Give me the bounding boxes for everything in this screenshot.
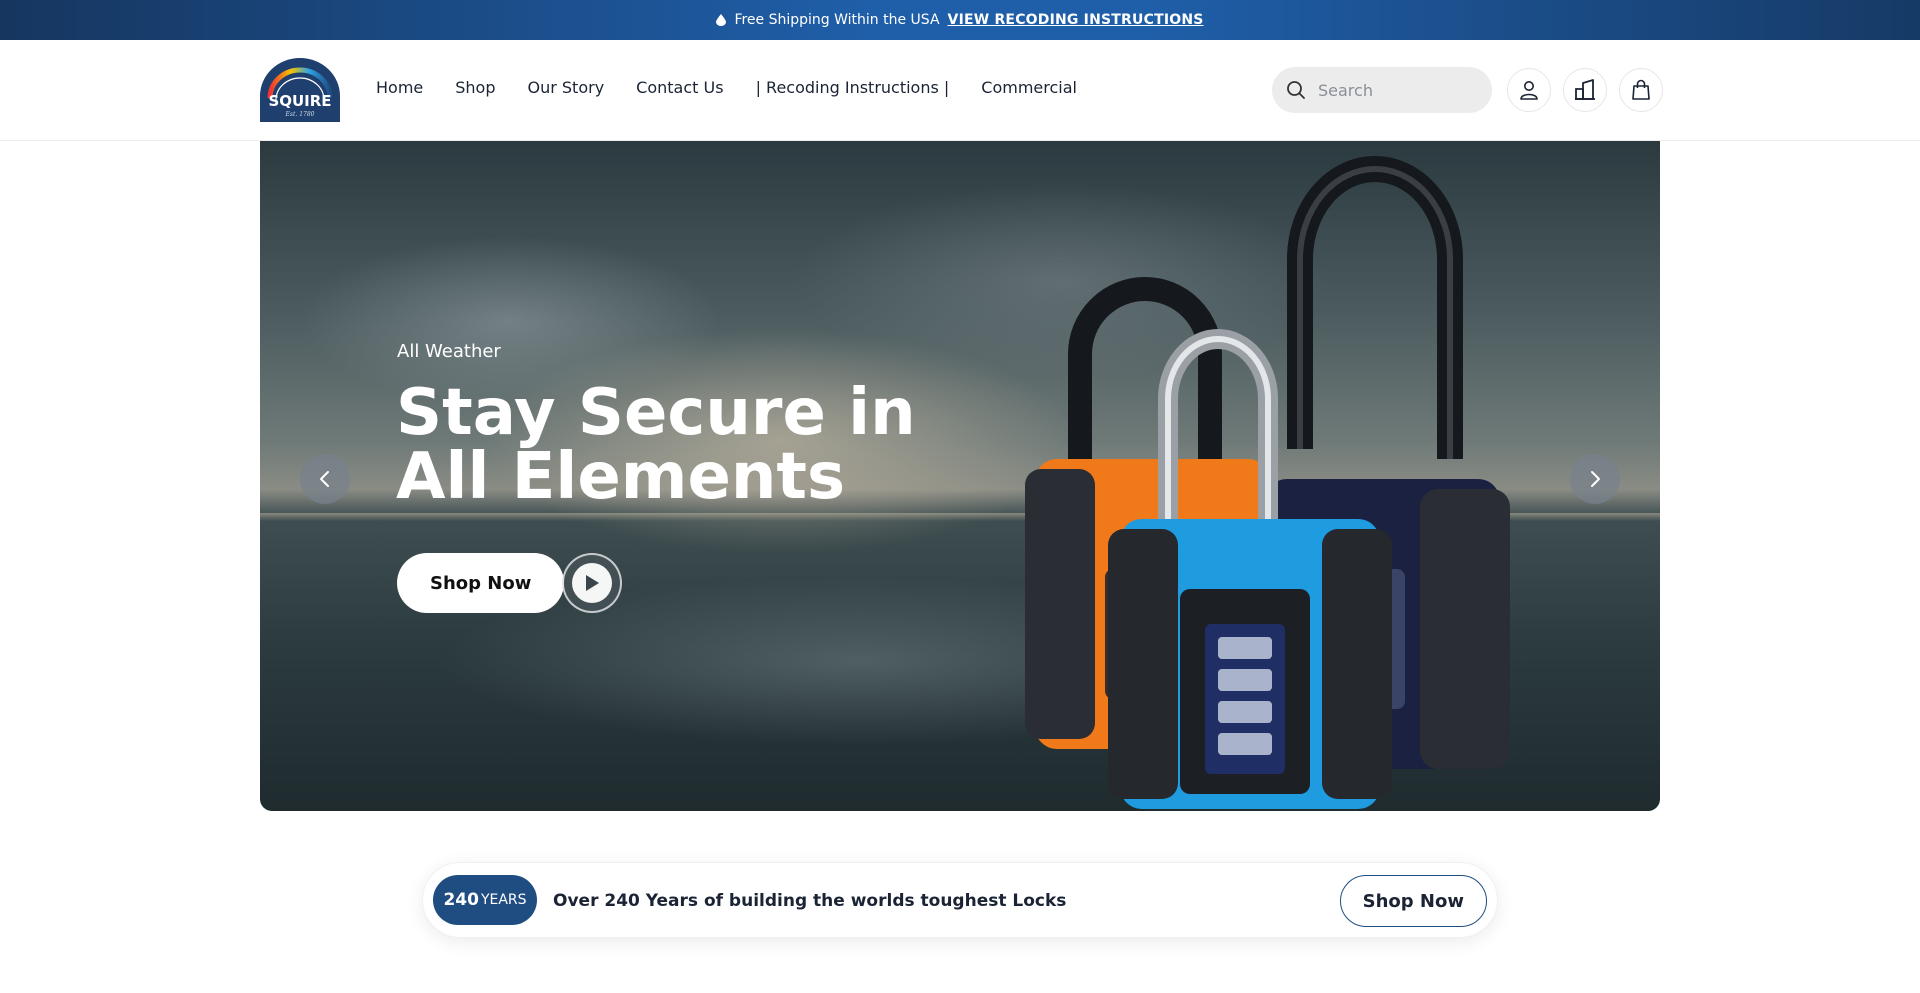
hero-play-button[interactable] [562,553,622,613]
site-header: SQUIRE Est. 1780 Home Shop Our Story Con… [0,40,1920,141]
hero-shop-now-button[interactable]: Shop Now [397,553,565,613]
hero-title: Stay Secure in All Elements [396,376,916,514]
hero-next-button[interactable] [1570,454,1620,504]
chevron-right-icon [1591,471,1600,487]
hero-prev-button[interactable] [300,454,350,504]
chevron-left-icon [320,471,329,487]
svg-text:Est. 1780: Est. 1780 [285,111,315,118]
nav-item-recoding-instructions[interactable]: | Recoding Instructions | [756,78,950,97]
nav-item-commercial[interactable]: Commercial [981,78,1077,97]
nav-item-contact-us[interactable]: Contact Us [636,78,723,97]
announcement-text: Free Shipping Within the USA [734,12,940,28]
search-box[interactable] [1272,67,1492,113]
account-button[interactable] [1507,68,1551,112]
promo-shop-now-button[interactable]: Shop Now [1339,875,1487,927]
recoding-instructions-link[interactable]: VIEW RECODING INSTRUCTIONS [948,12,1204,28]
hero-kicker: All Weather [397,341,501,362]
badge-word: YEARS [480,892,527,908]
play-icon [586,575,599,591]
account-icon [1520,81,1538,100]
padlocks-image [1025,156,1510,809]
badge-number: 240 [443,890,479,910]
shopping-bag-icon [1632,79,1650,100]
squire-logo[interactable]: SQUIRE Est. 1780 [260,58,340,122]
main-nav: Home Shop Our Story Contact Us | Recodin… [376,78,1109,97]
nav-item-our-story[interactable]: Our Story [528,78,605,97]
nav-item-home[interactable]: Home [376,78,423,97]
search-icon [1287,81,1305,99]
svg-text:SQUIRE: SQUIRE [268,92,331,110]
play-icon-circle [572,563,612,603]
store-locator-icon [1575,79,1595,100]
search-input[interactable] [1318,80,1468,100]
heritage-promo-strip: 240 YEARS Over 240 Years of building the… [422,862,1498,938]
240-years-badge: 240 YEARS [433,875,537,925]
water-drop-icon [716,14,727,26]
cart-button[interactable] [1619,68,1663,112]
promo-text: Over 240 Years of building the worlds to… [553,891,1067,911]
store-locator-button[interactable] [1563,68,1607,112]
hero-banner: All Weather Stay Secure in All Elements … [260,141,1660,811]
announcement-bar: Free Shipping Within the USA VIEW RECODI… [0,0,1920,40]
nav-item-shop[interactable]: Shop [455,78,495,97]
